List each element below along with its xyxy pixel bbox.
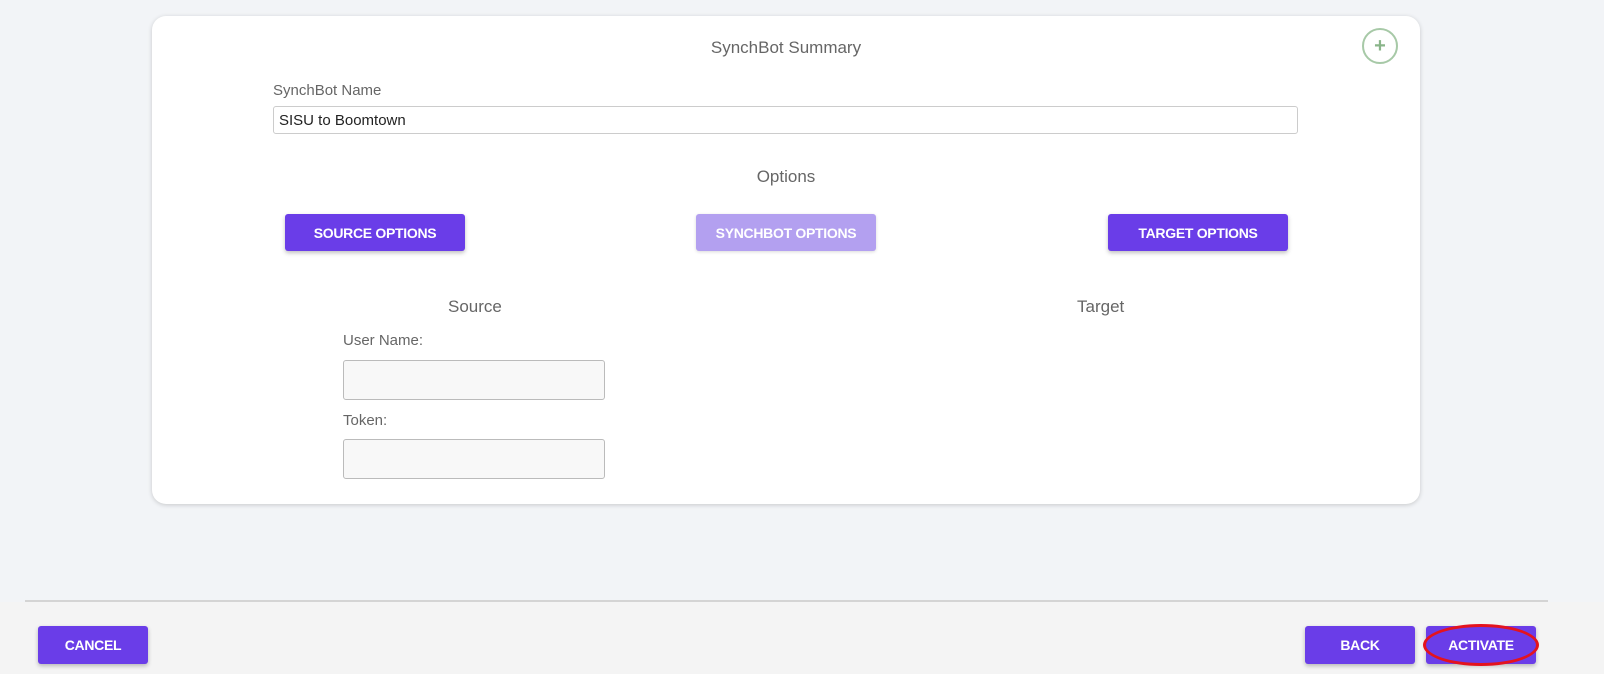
synchbot-options-button[interactable]: SYNCHBOT OPTIONS: [696, 214, 876, 251]
source-options-button[interactable]: SOURCE OPTIONS: [285, 214, 465, 251]
source-heading: Source: [448, 297, 502, 316]
add-icon[interactable]: +: [1362, 28, 1398, 64]
cancel-button[interactable]: CANCEL: [38, 626, 148, 664]
user-name-label: User Name:: [343, 332, 424, 349]
page-title: SynchBot Summary: [710, 38, 862, 57]
token-input[interactable]: [343, 439, 605, 479]
back-button[interactable]: BACK: [1305, 626, 1415, 664]
activate-button[interactable]: ACTIVATE: [1426, 626, 1536, 664]
target-heading: Target: [1077, 297, 1125, 316]
user-name-input[interactable]: [343, 360, 605, 400]
target-options-button[interactable]: TARGET OPTIONS: [1108, 214, 1288, 251]
synchbot-name-input[interactable]: [273, 106, 1298, 134]
synchbot-name-label: SynchBot Name: [273, 82, 382, 99]
token-label: Token:: [343, 412, 388, 429]
synchbot-summary-card: SynchBot Summary + SynchBot Name Options…: [152, 16, 1420, 504]
options-heading: Options: [756, 167, 816, 186]
